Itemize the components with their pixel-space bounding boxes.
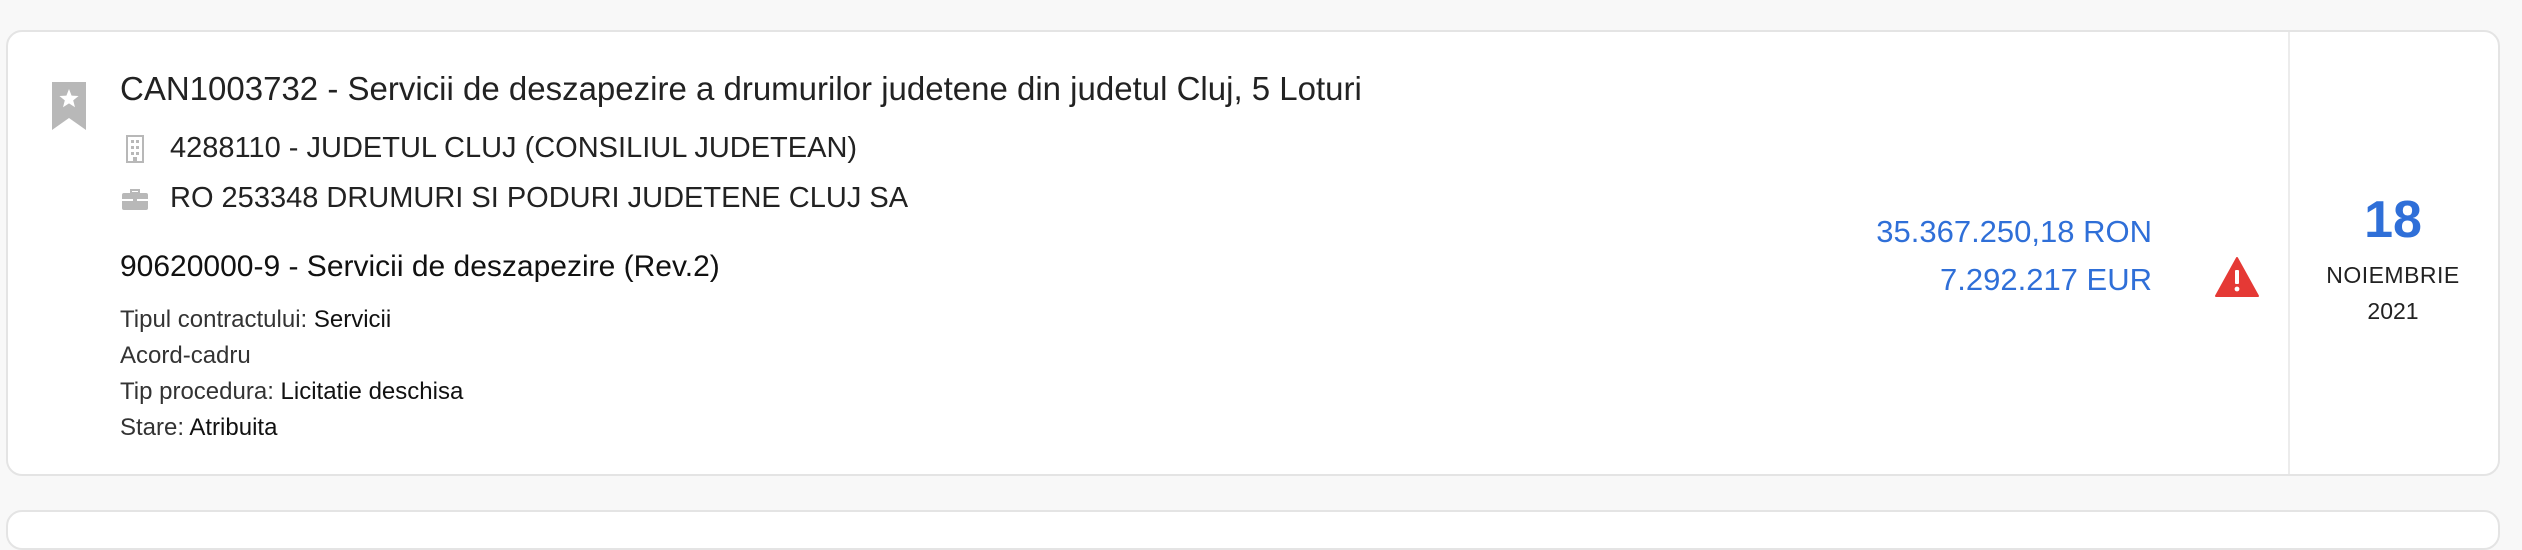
status: Stare: Atribuita bbox=[120, 414, 277, 442]
contract-type-label: Tipul contractului: bbox=[120, 306, 314, 333]
tender-title[interactable]: CAN1003732 - Servicii de deszapezire a d… bbox=[120, 70, 1362, 108]
supplier-label[interactable]: RO 253348 DRUMURI SI PODURI JUDETENE CLU… bbox=[170, 182, 908, 215]
date-year: 2021 bbox=[2367, 298, 2419, 324]
procedure-label: Tip procedura: bbox=[120, 378, 281, 405]
supplier: RO 253348 DRUMURI SI PODURI JUDETENE CLU… bbox=[120, 182, 908, 215]
bookmark-star-icon[interactable] bbox=[50, 80, 88, 132]
cpv-code: 90620000-9 - Servicii de deszapezire (Re… bbox=[120, 250, 720, 283]
contracting-authority: 4288110 - JUDETUL CLUJ (CONSILIUL JUDETE… bbox=[120, 132, 857, 165]
status-label: Stare: bbox=[120, 414, 190, 441]
next-tender-card[interactable] bbox=[6, 510, 2500, 550]
warning-triangle-icon[interactable] bbox=[2214, 256, 2260, 298]
status-value: Atribuita bbox=[189, 414, 278, 441]
tender-card[interactable]: CAN1003732 - Servicii de deszapezire a d… bbox=[6, 30, 2500, 476]
contract-type-value: Servicii bbox=[313, 306, 392, 333]
amount-eur: 7.292.217 EUR bbox=[1940, 262, 2152, 297]
building-icon bbox=[126, 134, 144, 163]
amount-ron: 35.367.250,18 RON bbox=[1876, 214, 2152, 249]
briefcase-icon bbox=[122, 188, 148, 210]
agreement-type: Acord-cadru bbox=[120, 342, 251, 369]
card-divider bbox=[2288, 32, 2290, 474]
date-month: NOIEMBRIE bbox=[2326, 262, 2460, 288]
procedure-value: Licitatie deschisa bbox=[280, 378, 464, 405]
contract-type: Tipul contractului: Servicii bbox=[120, 306, 391, 334]
authority-label[interactable]: 4288110 - JUDETUL CLUJ (CONSILIUL JUDETE… bbox=[170, 132, 857, 165]
date-day: 18 bbox=[2364, 191, 2422, 249]
procedure-type: Tip procedura: Licitatie deschisa bbox=[120, 378, 463, 406]
